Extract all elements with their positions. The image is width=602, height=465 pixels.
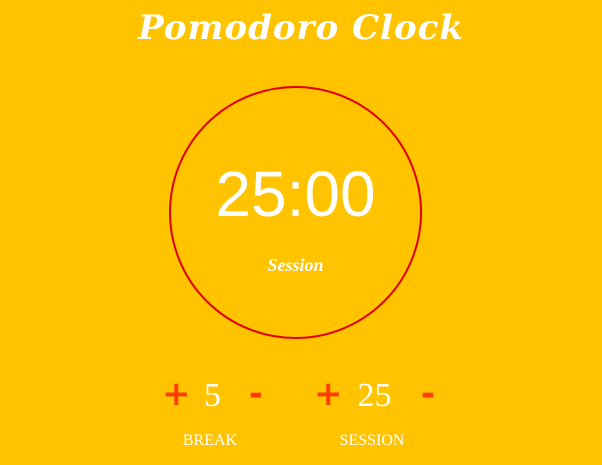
break-label: BREAK — [182, 432, 238, 449]
break-length-control: + 5 - — [160, 372, 265, 420]
timer-circle[interactable]: 25:00 Session — [169, 86, 422, 339]
session-decrement-button[interactable]: - — [421, 372, 435, 416]
timer-mode-label: Session — [267, 255, 324, 275]
timer-display: 25:00 — [215, 158, 376, 230]
break-decrement-button[interactable]: - — [249, 372, 263, 416]
page-title: Pomodoro Clock — [138, 8, 464, 48]
session-length-control: + 25 - — [312, 372, 437, 420]
session-length-value: 25 — [357, 377, 392, 414]
session-label: SESSION — [339, 432, 405, 449]
pomodoro-app: Pomodoro Clock 25:00 Session + 5 - + 25 … — [0, 0, 602, 465]
